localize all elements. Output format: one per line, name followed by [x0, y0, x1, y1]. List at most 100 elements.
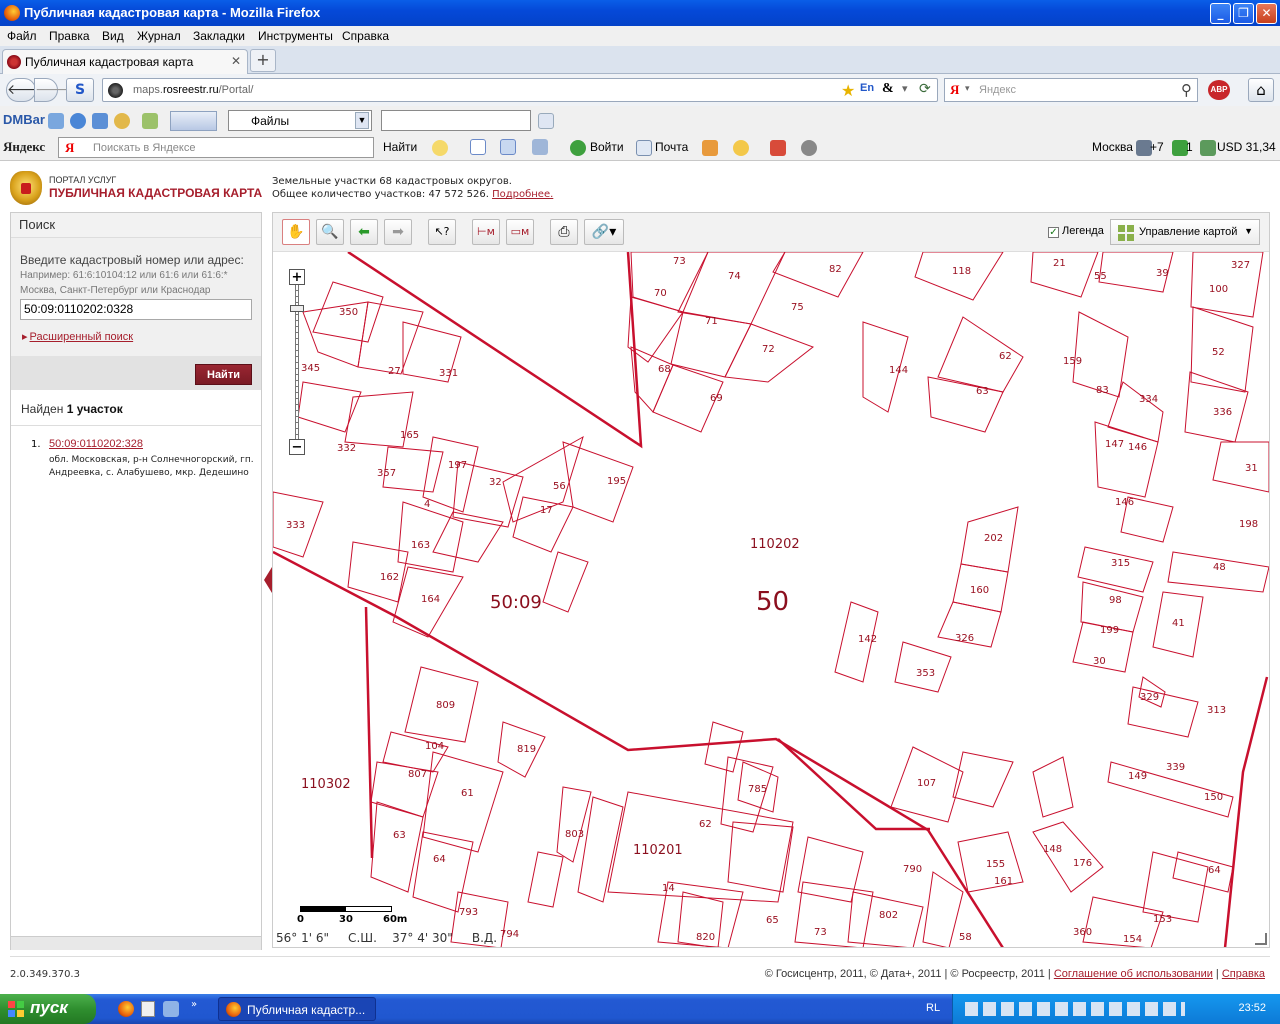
parcel-label: 159: [1063, 356, 1082, 367]
history-dropdown-icon[interactable]: ▾: [902, 82, 908, 95]
cadastral-map-canvas[interactable]: 73 74 82 118 21 55 39 327 100 70 71 75 6…: [273, 252, 1269, 948]
favorites-star-icon[interactable]: [733, 140, 749, 156]
start-button[interactable]: пуск: [0, 994, 96, 1024]
print-icon[interactable]: ⎙: [550, 219, 578, 245]
collapse-panel-arrow-icon[interactable]: [264, 567, 272, 593]
menu-file[interactable]: Файл: [7, 29, 37, 43]
yandex-engine-icon[interactable]: Я: [950, 82, 959, 98]
menu-view[interactable]: Вид: [102, 29, 124, 43]
sj-addon-icon[interactable]: S: [66, 78, 94, 102]
files-dropdown-icon[interactable]: ▼: [355, 112, 369, 129]
chat-bubble-icon[interactable]: [432, 140, 448, 156]
dmbar-gear-icon[interactable]: [114, 113, 130, 129]
link-icon[interactable]: 🔗▾: [584, 219, 624, 245]
quicklaunch-doc-icon[interactable]: [141, 1001, 155, 1017]
quicklaunch-firefox-icon[interactable]: [118, 1001, 134, 1017]
dmbar-search-icon[interactable]: [538, 113, 554, 129]
dmbar-search-input[interactable]: [381, 110, 531, 131]
translate-icon[interactable]: [500, 139, 516, 155]
terms-link[interactable]: Соглашение об использовании: [1054, 968, 1213, 980]
menu-edit[interactable]: Правка: [49, 29, 90, 43]
dmbar-add-icon[interactable]: [70, 113, 86, 129]
search-icon[interactable]: ⚲: [1181, 81, 1192, 99]
translate-addon-icon[interactable]: En: [860, 82, 874, 94]
zoom-out-button[interactable]: −: [289, 439, 305, 455]
apps-icon[interactable]: [770, 140, 786, 156]
parcel-label: 58: [959, 932, 972, 943]
bag-icon[interactable]: [702, 140, 718, 156]
traffic-count[interactable]: 1: [1186, 140, 1193, 154]
reload-icon[interactable]: ⟳: [919, 81, 931, 97]
taskbar-firefox-window[interactable]: Публичная кадастр...: [218, 997, 376, 1021]
minimize-button[interactable]: _: [1210, 3, 1231, 24]
zoom-thumb[interactable]: [290, 305, 304, 312]
quicklaunch-more-icon[interactable]: »: [191, 999, 197, 1010]
measure-distance-icon[interactable]: ⊢м: [472, 219, 500, 245]
legend-toggle[interactable]: ✓ Легенда: [1048, 225, 1104, 238]
tab-cadastral-map[interactable]: Публичная кадастровая карта ✕: [2, 49, 248, 74]
new-tab-button[interactable]: +: [250, 49, 276, 72]
menu-bookmarks[interactable]: Закладки: [193, 29, 245, 43]
back-arrow-icon[interactable]: ⬅: [350, 219, 378, 245]
result-link[interactable]: 50:09:0110202:328: [49, 438, 143, 450]
quicklaunch-app-icon[interactable]: [163, 1001, 179, 1017]
maximize-button[interactable]: ❐: [1233, 3, 1254, 24]
result-number: 1.: [31, 439, 41, 450]
portal-subtitle[interactable]: ПОРТАЛ УСЛУГ: [49, 175, 116, 185]
files-select[interactable]: Файлы ▼: [228, 110, 372, 131]
parcel-label: 326: [955, 633, 974, 644]
resize-handle-icon[interactable]: [1255, 933, 1267, 945]
toolbar-settings-icon[interactable]: [532, 139, 548, 155]
menu-history[interactable]: Журнал: [137, 29, 181, 43]
adblock-icon[interactable]: ABP: [1208, 80, 1230, 100]
more-info-link[interactable]: Подробнее.: [492, 189, 553, 200]
home-icon[interactable]: ⌂: [1248, 78, 1274, 102]
legend-checkbox[interactable]: ✓: [1048, 227, 1059, 238]
currency-rate[interactable]: USD 31,34: [1217, 140, 1276, 154]
measure-area-icon[interactable]: ▭м: [506, 219, 534, 245]
menu-tools[interactable]: Инструменты: [258, 29, 333, 43]
advanced-search-link[interactable]: Расширенный поиск: [22, 330, 134, 343]
dmbar-hand-button[interactable]: [170, 111, 217, 131]
weather-temp[interactable]: +7: [1150, 140, 1164, 154]
dmbar-plugin-icon[interactable]: [142, 113, 158, 129]
menu-help[interactable]: Справка: [342, 29, 389, 43]
forward-button[interactable]: 🡒: [34, 78, 73, 102]
identify-icon[interactable]: ↖?: [428, 219, 456, 245]
toolbar-gear-icon[interactable]: [801, 140, 817, 156]
zoom-box-icon[interactable]: 🔍: [316, 219, 344, 245]
address-bar[interactable]: maps.rosreestr.ru/Portal/ ★ En & ▾ ⟳: [102, 78, 938, 102]
mail-icon[interactable]: [636, 140, 652, 156]
search-bar[interactable]: Я ▾ Яндекс ⚲: [944, 78, 1198, 102]
tray-icons[interactable]: [965, 1002, 1185, 1016]
bookmark-star-icon[interactable]: ★: [841, 81, 855, 100]
close-button[interactable]: ✕: [1256, 3, 1277, 24]
help-link[interactable]: Справка: [1222, 968, 1265, 980]
portal-title[interactable]: ПУБЛИЧНАЯ КАДАСТРОВАЯ КАРТА: [49, 186, 262, 200]
login-icon[interactable]: [570, 140, 586, 156]
keyboard-layout-indicator[interactable]: RL: [926, 1002, 940, 1014]
back-button[interactable]: 🡐: [6, 78, 45, 102]
engine-dropdown-icon[interactable]: ▾: [965, 84, 970, 94]
parcel-label: 31: [1245, 463, 1258, 474]
zoom-slider[interactable]: + −: [289, 269, 305, 455]
ampersand-addon-icon[interactable]: &: [882, 81, 894, 97]
mail-button[interactable]: Почта: [655, 140, 688, 154]
tab-close-icon[interactable]: ✕: [231, 54, 241, 68]
yandex-find-button[interactable]: Найти: [383, 140, 417, 154]
zoom-in-button[interactable]: +: [289, 269, 305, 285]
forward-arrow-icon[interactable]: ➡: [384, 219, 412, 245]
site-identity-icon[interactable]: [108, 83, 123, 98]
login-button[interactable]: Войти: [590, 140, 624, 154]
dmbar-chat-icon[interactable]: [48, 113, 64, 129]
yandex-search-input[interactable]: Я Поискать в Яндексе: [58, 137, 374, 158]
dmbar-windows-icon[interactable]: [92, 113, 108, 129]
cadastral-number-input[interactable]: 50:09:0110202:0328: [20, 299, 252, 320]
pan-hand-icon[interactable]: ✋: [282, 219, 310, 245]
map-management-dropdown[interactable]: Управление картой ▼: [1110, 219, 1260, 245]
spellcheck-icon[interactable]: [470, 139, 486, 155]
weather-city[interactable]: Москва: [1092, 140, 1133, 154]
find-button[interactable]: Найти: [195, 364, 252, 385]
yandex-brand[interactable]: Яндекс: [3, 139, 45, 155]
dmbar-brand[interactable]: DMBar: [3, 112, 45, 127]
